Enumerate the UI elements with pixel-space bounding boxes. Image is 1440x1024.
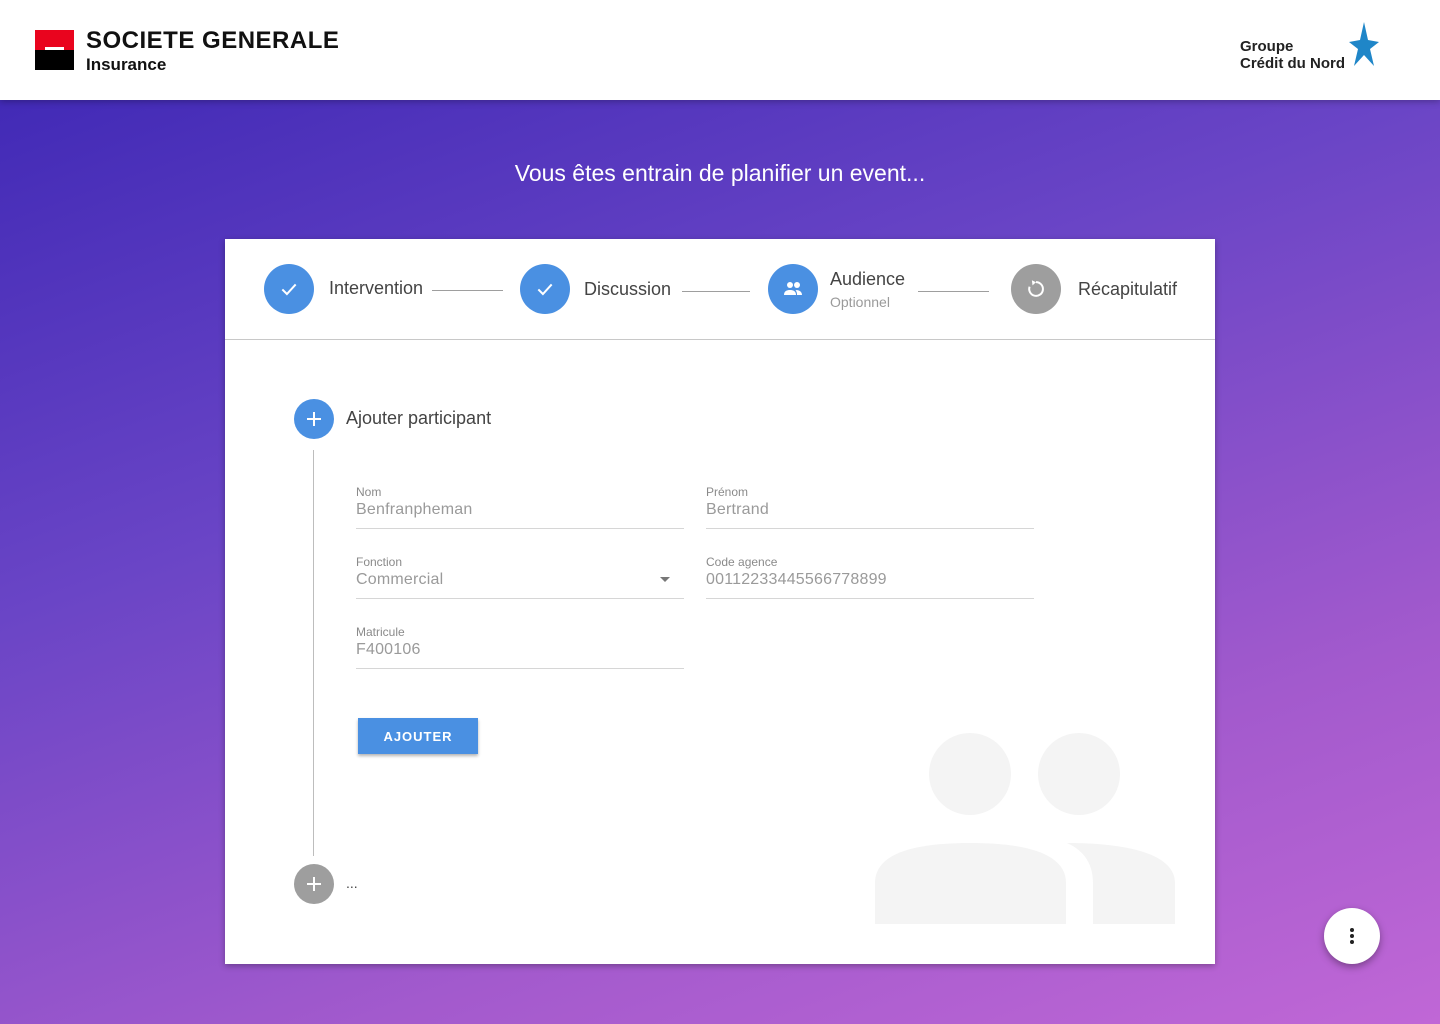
more-vert-icon [1350,928,1354,944]
societe-generale-logo-mark [35,30,74,70]
add-participant-label: Ajouter participant [346,408,492,428]
people-icon [784,282,802,295]
top-bar: SOCIETE GENERALE Insurance Groupe Crédit… [0,0,1440,100]
step-connector [432,290,503,291]
code-agence-value[interactable]: 00112233445566778899 [706,571,887,589]
fonction-select[interactable]: Fonction Commercial [356,555,684,599]
step-connector [918,291,989,292]
star-icon [1349,22,1379,66]
step-audience-optional-label: Optionnel [830,294,890,310]
fonction-value[interactable]: Commercial [356,571,443,589]
credit-du-nord-logo-line2: Crédit du Nord [1240,55,1345,72]
credit-du-nord-logo-line1: Groupe [1240,38,1294,55]
credit-du-nord-logo: Groupe Crédit du Nord [1240,22,1379,71]
step-audience-circle[interactable] [768,264,818,314]
nom-label: Nom [356,485,382,499]
check-icon [281,283,297,296]
more-options-button[interactable] [1324,908,1380,964]
add-more-button[interactable] [294,864,334,904]
prenom-label: Prénom [706,485,749,499]
code-agence-field[interactable]: Code agence 00112233445566778899 [706,555,1034,599]
step-intervention-circle[interactable] [264,264,314,314]
step-discussion-label[interactable]: Discussion [584,279,671,300]
nom-field[interactable]: Nom Benfranpheman [356,485,684,529]
societe-generale-logo-subtitle: Insurance [86,55,167,74]
step-intervention-label[interactable]: Intervention [329,278,423,299]
societe-generale-logo: SOCIETE GENERALE Insurance [35,27,340,74]
societe-generale-logo-name: SOCIETE GENERALE [86,27,340,54]
restore-icon [1028,280,1044,297]
matricule-value[interactable]: F400106 [356,641,421,659]
dropdown-arrow-icon[interactable] [660,577,670,582]
fonction-label: Fonction [356,555,403,569]
page-title: Vous êtes entrain de planifier un event.… [514,160,926,186]
matricule-label: Matricule [356,625,405,639]
prenom-field[interactable]: Prénom Bertrand [706,485,1034,529]
timeline-line [313,450,314,856]
nom-value[interactable]: Benfranpheman [356,501,472,519]
code-agence-label: Code agence [706,555,778,569]
add-participant-button[interactable] [294,399,334,439]
event-planner-card: Intervention Discussion Audience Optionn… [225,239,1215,964]
people-illustration [875,733,1175,924]
check-icon [537,283,553,296]
step-connector [682,291,750,292]
step-audience-label[interactable]: Audience [830,269,905,290]
plus-icon [307,412,321,426]
step-discussion-circle[interactable] [520,264,570,314]
plus-icon [307,877,321,891]
matricule-field[interactable]: Matricule F400106 [356,625,684,669]
ajouter-button[interactable]: AJOUTER [358,718,478,754]
prenom-value[interactable]: Bertrand [706,501,769,519]
add-more-label: ... [346,875,358,891]
step-recapitulatif-label[interactable]: Récapitulatif [1078,279,1177,300]
step-recapitulatif-circle[interactable] [1011,264,1061,314]
stepper: Intervention Discussion Audience Optionn… [225,239,1215,340]
